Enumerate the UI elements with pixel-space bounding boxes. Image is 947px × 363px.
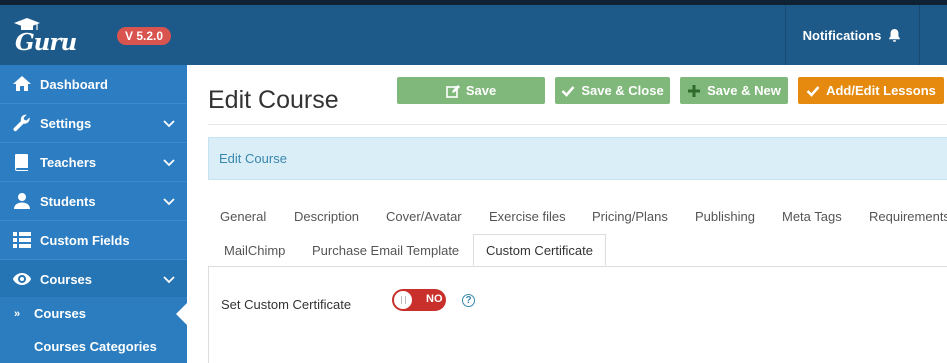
top-bar: Guru V 5.2.0 Notifications [0,5,947,65]
tab-cover-avatar[interactable]: Cover/Avatar [374,200,474,232]
save-close-button[interactable]: Save & Close [555,77,670,104]
sidebar-item-label: Students [40,193,96,209]
wrench-icon [0,113,40,133]
tab-purchase-email-template[interactable]: Purchase Email Template [300,234,471,266]
sidebar-item-label: Teachers [40,154,97,170]
save-close-button-label: Save & Close [581,83,664,98]
user-icon [0,191,40,211]
eye-icon [0,269,40,289]
check-icon [561,85,575,97]
tab-exercise-files[interactable]: Exercise files [477,200,578,232]
toggle-state: NO [426,293,443,305]
sidebar-item-label: Custom Fields [40,232,130,248]
book-icon [0,152,40,172]
tab-description[interactable]: Description [282,200,371,232]
sidebar: Dashboard Settings Teachers Students Cus… [0,65,187,363]
custom-certificate-toggle[interactable]: NO [392,289,446,311]
tab-mailchimp[interactable]: MailChimp [212,234,297,266]
sidebar-item-label: Dashboard [40,76,108,92]
bell-icon [889,28,901,42]
notifications-button[interactable]: Notifications [785,5,920,65]
info-alert: Edit Course [208,137,947,180]
version-badge: V 5.2.0 [117,27,172,45]
sidebar-subitem-courses[interactable]: » Courses [0,297,187,330]
double-chevron-right-icon: » [13,307,21,320]
sidebar-subitem-courses-categories[interactable]: Courses Categories [0,330,187,363]
sidebar-item-custom-fields[interactable]: Custom Fields [0,221,187,260]
save-button[interactable]: Save [397,77,545,104]
sidebar-item-students[interactable]: Students [0,182,187,221]
edit-icon [446,84,460,98]
tab-requirements[interactable]: Requirements [857,200,947,232]
help-icon[interactable]: ? [462,294,475,307]
sidebar-item-courses[interactable]: Courses [0,260,187,299]
chevron-down-icon [163,120,175,128]
plus-icon [688,84,701,97]
page-title: Edit Course [208,86,339,114]
active-pointer [176,303,187,325]
home-icon [0,74,40,94]
chevron-down-icon [163,276,175,284]
notifications-label: Notifications [802,27,882,43]
chevron-down-icon [163,159,175,167]
tab-meta-tags[interactable]: Meta Tags [770,200,854,232]
tab-publishing[interactable]: Publishing [683,200,767,232]
header-divider [208,124,947,125]
list-icon [0,230,40,250]
sidebar-subitem-label: Courses Categories [34,339,157,354]
custom-certificate-label: Set Custom Certificate [221,297,352,312]
info-alert-text: Edit Course [219,151,287,166]
save-button-label: Save [465,83,497,98]
sidebar-item-label: Courses [40,271,93,287]
logo-text: Guru [15,29,77,56]
toggle-knob [394,291,412,309]
chevron-down-icon [163,198,175,206]
save-new-button[interactable]: Save & New [680,77,788,104]
sidebar-item-settings[interactable]: Settings [0,104,187,143]
tab-panel [208,267,947,363]
logo[interactable]: Guru [12,18,92,58]
tab-general[interactable]: General [208,200,278,232]
sidebar-item-dashboard[interactable]: Dashboard [0,65,187,104]
add-edit-lessons-button[interactable]: Add/Edit Lessons [798,77,944,104]
check-icon [806,85,820,97]
save-new-button-label: Save & New [707,83,781,98]
tab-custom-certificate[interactable]: Custom Certificate [473,234,606,266]
sidebar-subitem-label: Courses [34,306,87,321]
tab-pricing-plans[interactable]: Pricing/Plans [580,200,680,232]
sidebar-item-label: Settings [40,115,92,131]
sidebar-item-teachers[interactable]: Teachers [0,143,187,182]
add-edit-lessons-button-label: Add/Edit Lessons [826,83,936,98]
